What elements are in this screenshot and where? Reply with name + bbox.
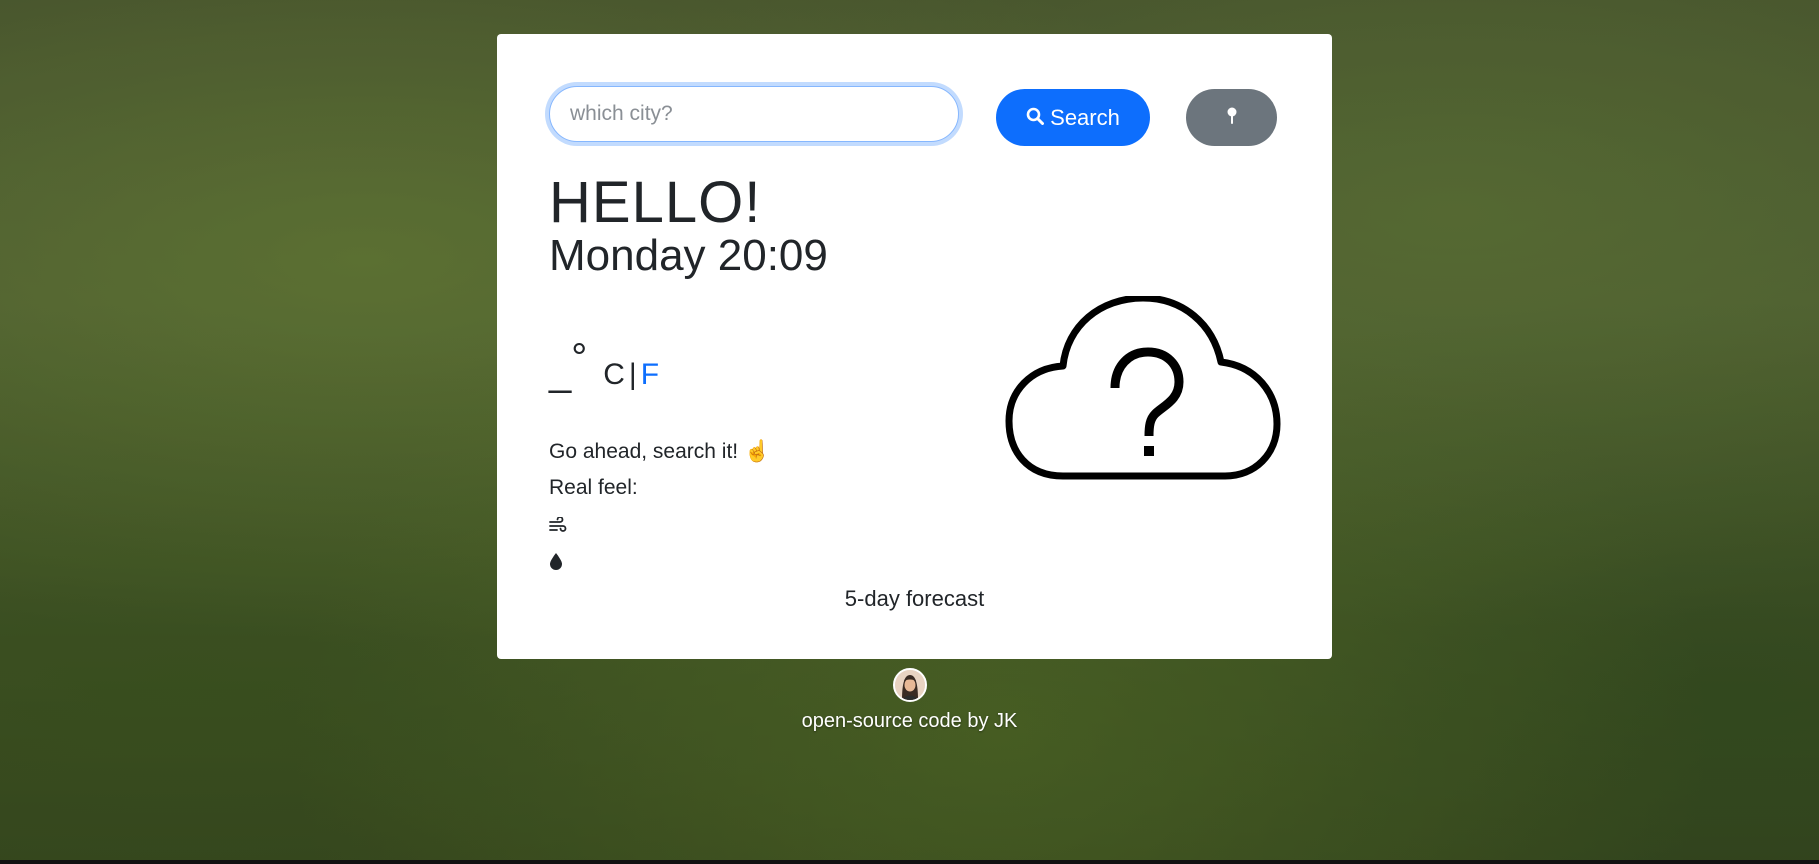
degree-symbol: ° — [571, 336, 588, 380]
cloud-question-icon — [1005, 294, 1281, 481]
source-code-link[interactable]: open-source code by JK — [802, 710, 1018, 733]
author-avatar — [892, 668, 927, 702]
unit-separator: | — [628, 358, 637, 391]
weather-description: Go ahead, search it! ☝️ — [549, 440, 771, 463]
current-datetime: Monday 20:09 — [549, 231, 828, 280]
droplet-icon — [549, 552, 567, 570]
search-button-label: Search — [1050, 104, 1120, 130]
current-location-button[interactable] — [1186, 89, 1277, 146]
real-feel-label: Real feel: — [549, 476, 638, 499]
search-icon — [1026, 105, 1045, 131]
forecast-heading: 5-day forecast — [844, 586, 985, 611]
temperature-row: _ ° C | F — [549, 338, 659, 394]
wind-icon — [549, 516, 567, 535]
fahrenheit-toggle[interactable]: F — [641, 358, 659, 392]
bottom-bar — [0, 860, 1819, 864]
map-pin-icon — [1226, 107, 1238, 128]
weather-card: Search HELLO! Monday 20:09 _ ° C | F Go … — [497, 34, 1332, 659]
search-button[interactable]: Search — [996, 89, 1150, 146]
greeting-heading: HELLO! — [549, 170, 762, 235]
celsius-toggle[interactable]: C — [603, 358, 625, 392]
city-search-input[interactable] — [549, 86, 959, 142]
temperature-value: _ — [549, 350, 572, 394]
footer: open-source code by JK — [0, 668, 1819, 733]
